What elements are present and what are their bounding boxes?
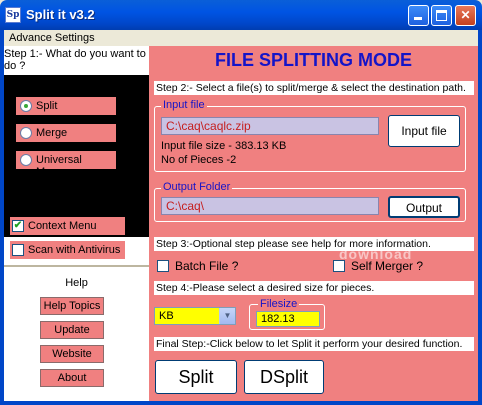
step1-title: Step 1:- What do you want to do ? — [4, 48, 146, 72]
batch-file-checkbox[interactable]: Batch File ? — [157, 259, 277, 273]
size-unit-select[interactable]: KB ▼ — [154, 307, 236, 325]
close-icon: ✕ — [460, 8, 471, 22]
pieces-count: No of Pieces -2 — [161, 154, 237, 166]
minimize-icon — [414, 17, 422, 20]
about-button[interactable]: About — [40, 369, 104, 387]
filesize-input[interactable]: 182.13 — [256, 311, 320, 327]
dsplit-button[interactable]: DSplit — [244, 360, 324, 394]
mode-merge-radio[interactable]: Merge — [16, 124, 116, 142]
mode-split-radio[interactable]: Split — [16, 97, 116, 115]
checkbox-icon — [157, 260, 169, 272]
filesize-group: Filesize 182.13 — [249, 298, 325, 330]
close-button[interactable]: ✕ — [455, 5, 476, 26]
menu-bar: Advance Settings — [4, 30, 478, 46]
input-file-path[interactable]: C:\caq\caqlc.zip — [161, 117, 379, 135]
option-label: Scan with Antivirus — [28, 244, 121, 256]
step4-instruction: Step 4:-Please select a desired size for… — [154, 281, 474, 295]
filesize-label: Filesize — [258, 298, 300, 310]
mode-label: Merge — [36, 127, 68, 139]
maximize-button[interactable] — [431, 5, 452, 26]
final-step-instruction: Final Step:-Click below to let Split it … — [154, 337, 474, 351]
app-icon: Sp — [5, 7, 21, 23]
output-button[interactable]: Output — [388, 196, 460, 218]
divider — [4, 265, 149, 267]
mode-panel: Split Merge Universal Merge — [4, 75, 149, 237]
output-folder-group: Output Folder C:\caq\ Output — [154, 181, 466, 222]
chevron-down-icon[interactable]: ▼ — [219, 308, 235, 324]
help-title: Help — [65, 277, 88, 289]
step2-instruction: Step 2:- Select a file(s) to split/merge… — [154, 81, 474, 95]
title-bar[interactable]: Sp Split it v3.2 ✕ — [0, 0, 482, 30]
mode-title: FILE SPLITTING MODE — [215, 50, 412, 70]
menu-advance-settings[interactable]: Advance Settings — [9, 32, 95, 44]
batch-file-label: Batch File ? — [175, 259, 239, 273]
input-file-group: Input file C:\caq\caqlc.zip Input file I… — [154, 99, 466, 172]
minimize-button[interactable] — [408, 5, 429, 26]
context-menu-checkbox[interactable]: ✔ Context Menu — [10, 217, 125, 235]
radio-button-icon — [20, 100, 32, 112]
size-unit-value: KB — [159, 310, 174, 322]
input-file-button[interactable]: Input file — [388, 115, 460, 147]
split-button[interactable]: Split — [155, 360, 237, 394]
left-panel: Step 1:- What do you want to do ? Split … — [4, 46, 149, 401]
mode-label: Universal Merge — [36, 154, 82, 178]
checkbox-icon — [12, 244, 24, 256]
watermark: download — [339, 246, 413, 262]
radio-button-icon — [20, 127, 32, 139]
output-folder-path[interactable]: C:\caq\ — [161, 197, 379, 215]
update-button[interactable]: Update — [40, 321, 104, 339]
mode-universal-merge-radio[interactable]: Universal Merge — [16, 151, 116, 178]
scan-antivirus-checkbox[interactable]: Scan with Antivirus — [10, 241, 125, 259]
options-title: Options — [57, 196, 96, 208]
maximize-icon — [436, 10, 447, 21]
mode-label: Split — [36, 100, 58, 112]
website-button[interactable]: Website — [40, 345, 104, 363]
input-file-group-label: Input file — [161, 99, 207, 111]
option-label: Context Menu — [28, 220, 97, 232]
main-panel: FILE SPLITTING MODE Step 2:- Select a fi… — [149, 46, 478, 401]
output-folder-group-label: Output Folder — [161, 181, 233, 193]
checkmark-icon: ✔ — [12, 220, 24, 232]
window-title: Split it v3.2 — [26, 7, 95, 22]
input-file-size: Input file size - 383.13 KB — [161, 140, 287, 152]
radio-button-icon — [20, 154, 32, 166]
help-topics-button[interactable]: Help Topics — [40, 297, 104, 315]
